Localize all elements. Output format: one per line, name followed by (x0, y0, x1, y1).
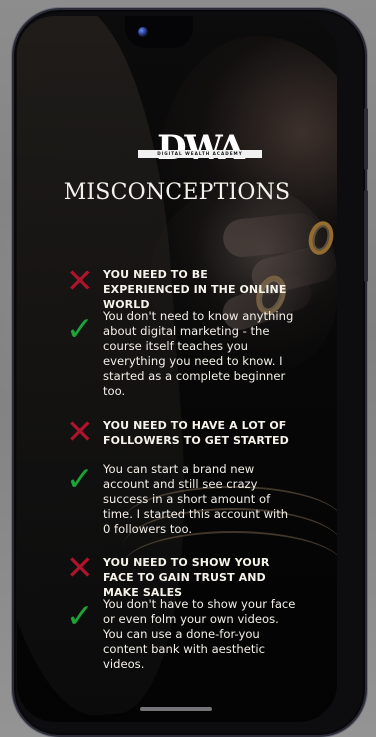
camera-notch (125, 16, 193, 48)
item-heading: YOU NEED TO SHOW YOUR FACE TO GAIN TRUST… (103, 556, 270, 599)
x-icon: ✕ (66, 261, 94, 300)
content-layer: DWA DIGITAL WEALTH ACADEMY MISCONCEPTION… (17, 16, 337, 722)
power-button (364, 190, 368, 282)
home-indicator (140, 707, 212, 711)
item-heading: YOU NEED TO BE EXPERIENCED IN THE ONLINE… (103, 268, 287, 311)
item-body: You can start a brand new account and st… (103, 462, 289, 537)
volume-button (364, 108, 368, 170)
check-icon: ✓ (66, 309, 94, 348)
background-stage: DWA DIGITAL WEALTH ACADEMY MISCONCEPTION… (0, 0, 376, 737)
item-heading: YOU NEED TO HAVE A LOT OF FOLLOWERS TO G… (103, 419, 289, 447)
brand-logo: DWA DIGITAL WEALTH ACADEMY (138, 130, 262, 174)
item-body: You don't need to know anything about di… (103, 309, 294, 399)
x-icon: ✕ (66, 412, 94, 451)
camera-icon (138, 27, 148, 37)
logo-letters: DWA (157, 128, 245, 168)
x-icon: ✕ (66, 548, 94, 587)
item-body: You don't have to show your face or even… (103, 597, 296, 672)
logo-subtitle-bar: DIGITAL WEALTH ACADEMY (138, 150, 262, 158)
check-icon: ✓ (66, 459, 94, 498)
check-icon: ✓ (66, 596, 94, 635)
page-title: MISCONCEPTIONS (63, 180, 291, 205)
phone-screen: DWA DIGITAL WEALTH ACADEMY MISCONCEPTION… (17, 16, 337, 722)
